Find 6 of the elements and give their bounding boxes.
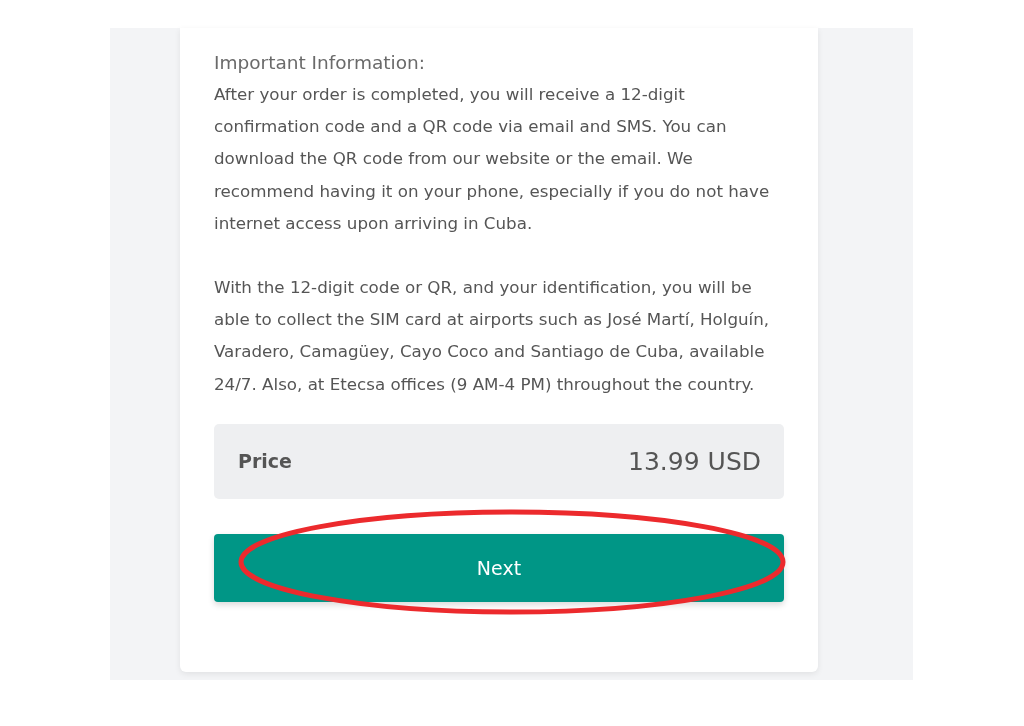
section-heading: Important Information: <box>214 51 426 75</box>
price-label: Price <box>238 450 292 473</box>
next-button[interactable]: Next <box>214 533 784 602</box>
price-value: 13.99 USD <box>628 446 761 476</box>
info-paragraph: After your order is completed, you will receive a 12-digit confirmation code and a QR code via email and SMS. You can download the QR code from our website or the email. We recommend having it on your phone, especially if you do not have internet access upon arriving in Cuba. <box>214 83 771 235</box>
info-paragraph: With the 12-digit code or QR, and your identification, you will be able to collect the SIM card at airports such as José Martí, Holguín, Varadero, Camagüey, Cayo Coco and Santiago de Cuba, available 24/7. Also, at Etecsa offices (9 AM-4 PM) throughout the country. <box>214 276 771 396</box>
